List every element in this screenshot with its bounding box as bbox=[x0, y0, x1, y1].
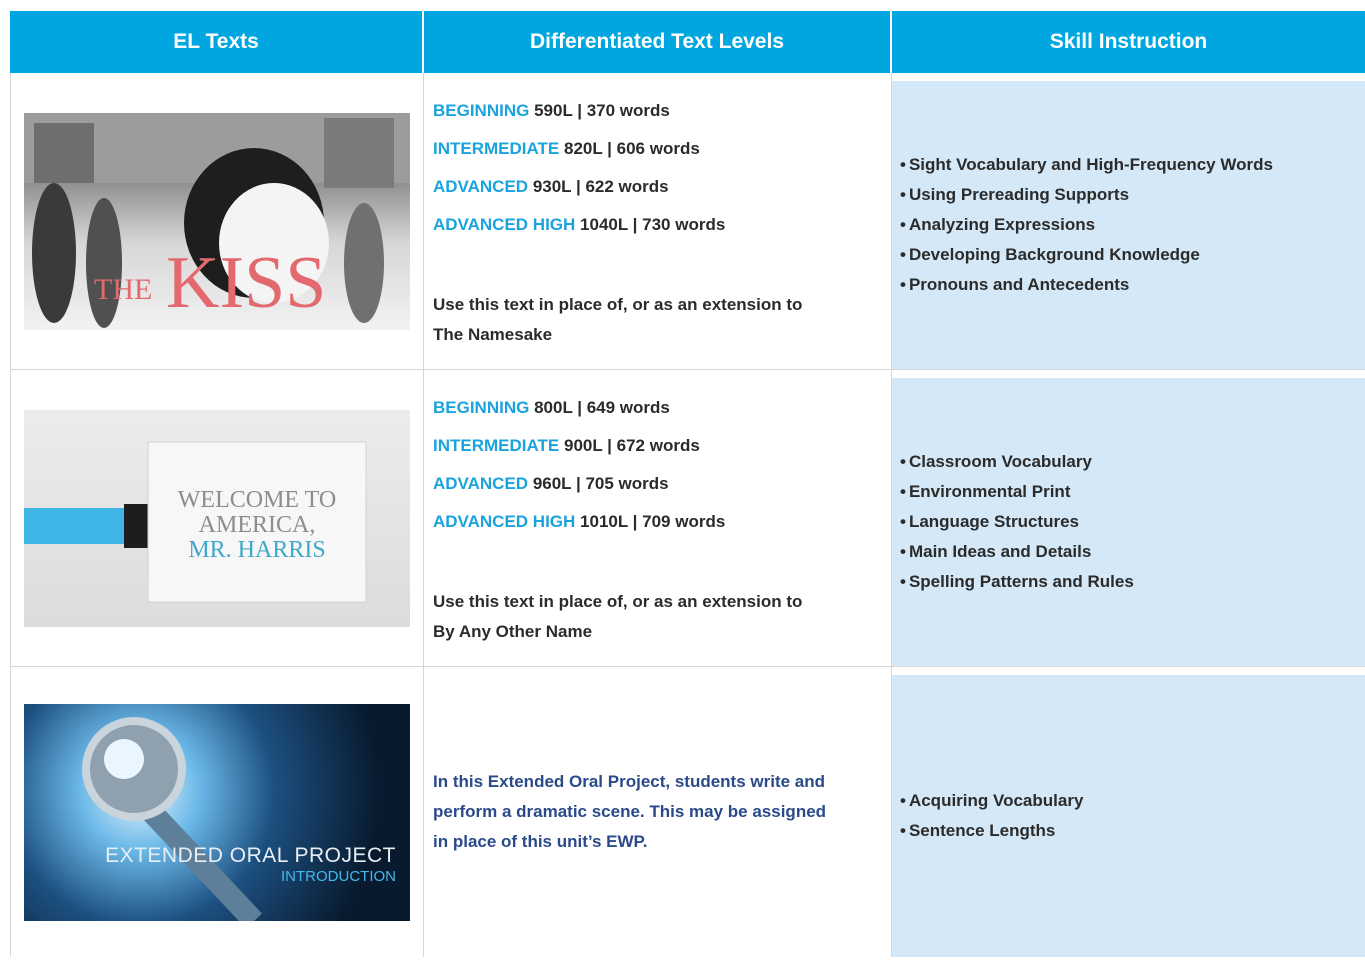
level-entry: INTERMEDIATE 820L | 606 words bbox=[433, 139, 891, 158]
skill-item: • Language Structures bbox=[900, 512, 1079, 531]
skill-item: • Environmental Print bbox=[900, 482, 1071, 501]
level-detail: 930L | 622 words bbox=[532, 177, 669, 196]
level-entry: BEGINNING 590L | 370 words bbox=[433, 101, 891, 120]
table-row: EXTENDED ORAL PROJECT INTRODUCTION In th… bbox=[10, 667, 1365, 957]
level-detail: 590L | 370 words bbox=[534, 101, 670, 120]
usage-note-title: The Namesake bbox=[433, 325, 553, 344]
usage-note: Use this text in place of, or as an exte… bbox=[433, 587, 891, 647]
text-levels-cell: In this Extended Oral Project, students … bbox=[424, 667, 892, 957]
the-kiss-thumbnail[interactable]: THE KISS bbox=[24, 112, 410, 330]
microphone-icon bbox=[82, 716, 263, 921]
level-entry: INTERMEDIATE 900L | 672 words bbox=[433, 436, 891, 455]
tag-text: WELCOME TO AMERICA, MR. HARRIS bbox=[177, 486, 337, 563]
el-text-cell: THE KISS bbox=[10, 73, 424, 369]
usage-note-title: By Any Other Name bbox=[433, 622, 593, 641]
level-detail: 1040L | 730 words bbox=[580, 215, 726, 234]
level-entry: ADVANCED HIGH 1010L | 709 words bbox=[433, 512, 891, 531]
thumbnail-title-the: THE bbox=[94, 272, 153, 306]
project-description: In this Extended Oral Project, students … bbox=[433, 772, 827, 851]
skill-item: • Acquiring Vocabulary bbox=[900, 791, 1084, 810]
skills-cell: • Acquiring Vocabulary • Sentence Lengths bbox=[892, 675, 1365, 957]
skill-item: • Main Ideas and Details bbox=[900, 542, 1092, 561]
level-name: INTERMEDIATE bbox=[433, 139, 560, 158]
text-levels-cell: BEGINNING 590L | 370 words INTERMEDIATE … bbox=[424, 73, 892, 369]
level-entry: ADVANCED HIGH 1040L | 730 words bbox=[433, 215, 891, 234]
level-entry: BEGINNING 800L | 649 words bbox=[433, 398, 891, 417]
level-entry: ADVANCED 930L | 622 words bbox=[433, 177, 891, 196]
table-header: EL Texts Differentiated Text Levels Skil… bbox=[10, 11, 1365, 73]
text-levels-cell: BEGINNING 800L | 649 words INTERMEDIATE … bbox=[424, 370, 892, 666]
skills-cell: • Sight Vocabulary and High-Frequency Wor… bbox=[892, 81, 1365, 369]
skill-item: • Developing Background Knowledge bbox=[900, 245, 1200, 264]
el-text-cell: WELCOME TO AMERICA, MR. HARRIS bbox=[10, 370, 424, 666]
usage-note: Use this text in place of, or as an exte… bbox=[433, 290, 891, 350]
level-name: BEGINNING bbox=[433, 398, 530, 417]
thumbnail-caption: EXTENDED ORAL PROJECT INTRODUCTION bbox=[105, 843, 396, 885]
level-detail: 820L | 606 words bbox=[563, 139, 700, 158]
usage-note-line: Use this text in place of, or as an exte… bbox=[433, 295, 803, 314]
extended-oral-project-thumbnail[interactable]: EXTENDED ORAL PROJECT INTRODUCTION bbox=[24, 703, 410, 921]
usage-note-line: Use this text in place of, or as an exte… bbox=[433, 592, 803, 611]
header-el-texts: EL Texts bbox=[10, 11, 424, 73]
skill-item: • Classroom Vocabulary bbox=[900, 452, 1092, 471]
skill-item: • Analyzing Expressions bbox=[900, 215, 1096, 234]
level-detail: 960L | 705 words bbox=[532, 474, 669, 493]
skills-cell: • Classroom Vocabulary • Environmental Pri… bbox=[892, 378, 1365, 666]
header-skill-instruction: Skill Instruction bbox=[892, 11, 1365, 73]
level-entry: ADVANCED 960L | 705 words bbox=[433, 474, 891, 493]
level-detail: 900L | 672 words bbox=[563, 436, 700, 455]
skill-item: • Spelling Patterns and Rules bbox=[900, 572, 1134, 591]
level-name: ADVANCED bbox=[433, 177, 529, 196]
skill-item: • Using Prereading Supports bbox=[900, 185, 1130, 204]
level-detail: 1010L | 709 words bbox=[580, 512, 726, 531]
level-name: ADVANCED HIGH bbox=[433, 215, 576, 234]
skill-item: • Sight Vocabulary and High-Frequency Wor… bbox=[900, 155, 1273, 174]
level-name: ADVANCED HIGH bbox=[433, 512, 576, 531]
thumbnail-title-kiss: KISS bbox=[166, 241, 327, 324]
level-detail: 800L | 649 words bbox=[534, 398, 670, 417]
header-text-levels: Differentiated Text Levels bbox=[424, 11, 892, 73]
skill-item: • Sentence Lengths bbox=[900, 821, 1056, 840]
table-row: WELCOME TO AMERICA, MR. HARRIS BEGINNING… bbox=[10, 370, 1365, 667]
welcome-to-america-thumbnail[interactable]: WELCOME TO AMERICA, MR. HARRIS bbox=[24, 409, 410, 627]
table-row: THE KISS BEGINNING 590L | 370 words INTE… bbox=[10, 73, 1365, 370]
level-name: BEGINNING bbox=[433, 101, 530, 120]
skill-item: • Pronouns and Antecedents bbox=[900, 275, 1130, 294]
el-text-cell: EXTENDED ORAL PROJECT INTRODUCTION bbox=[10, 667, 424, 957]
level-name: INTERMEDIATE bbox=[433, 436, 560, 455]
skills-table: EL Texts Differentiated Text Levels Skil… bbox=[10, 11, 1365, 957]
level-name: ADVANCED bbox=[433, 474, 529, 493]
